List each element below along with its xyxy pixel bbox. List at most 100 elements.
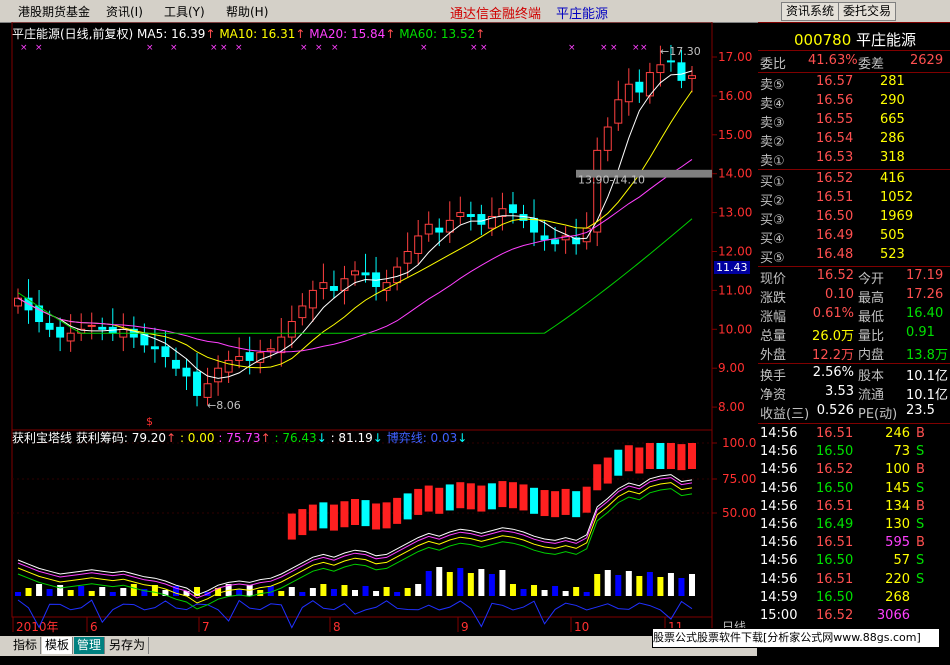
y-tick-label: 10.00 (718, 322, 752, 336)
menu-hk-futures[interactable]: 港股期货基金 (18, 3, 90, 20)
tower-block (540, 490, 549, 517)
tower-block (372, 503, 381, 530)
tick-side: B (916, 462, 925, 478)
bid-row: 买① 16.52 416 (758, 171, 950, 190)
tick-volume: 246 (885, 426, 910, 441)
chart-area[interactable]: 17.00 16.00 15.00 14.00 13.00 12.00 11.00 10.00… (0, 21, 757, 655)
stat-value: 0.91 (906, 325, 935, 340)
ask-volume: 286 (880, 131, 905, 146)
ask-price: 16.57 (816, 74, 854, 89)
bid-volume: 505 (880, 228, 905, 243)
tick-volume: 220 (885, 571, 910, 587)
sub-volume-bar (67, 590, 74, 596)
candle-body (66, 332, 75, 342)
stat-value: 0.526 (816, 403, 854, 418)
tower-block (624, 445, 633, 472)
stat-label: 流通 (858, 388, 885, 403)
tick-volume: 100 (885, 462, 910, 478)
candle-body (393, 266, 402, 284)
tower-block (340, 501, 349, 528)
tick-side: S (916, 444, 925, 460)
sub-volume-bar (436, 567, 443, 596)
sub-volume-bar (520, 589, 527, 596)
sub-volume-bar (46, 589, 53, 596)
high-label: ←17.30 (660, 45, 701, 58)
ma20-line (17, 159, 693, 353)
status-bar: 股票公式股票软件下载[分析家公式网www.88gs.com] (652, 628, 940, 648)
stat-label: 股本 (858, 369, 885, 384)
tick-side: S (916, 480, 925, 496)
tower-block (319, 502, 328, 529)
tab-manage[interactable]: 管理 (74, 637, 106, 654)
weicha-label: 委差 (858, 57, 885, 72)
sub-val3: : 75.73 (218, 431, 261, 445)
stat-value: 16.52 (816, 268, 854, 283)
stat-value: 23.5 (906, 403, 935, 418)
sub-volume-bar (446, 572, 453, 596)
sub-volume-bar (478, 569, 485, 596)
tick-row: 14:56 16.51 134 B (758, 499, 950, 518)
weibi-value: 41.63% (808, 53, 858, 68)
sub-volume-bar (394, 592, 401, 596)
stat-value: 13.8万 (906, 348, 948, 363)
candle-body (245, 352, 254, 361)
bid-price: 16.52 (816, 171, 854, 186)
candle-body (466, 214, 475, 217)
sub-volume-bar (130, 584, 137, 596)
tower-block (435, 487, 444, 514)
stat-value: 0.10 (825, 287, 854, 302)
sub-volume-bar (404, 588, 411, 596)
candle-body (624, 83, 633, 103)
y-tick-label: 9.00 (718, 361, 745, 375)
bid-price: 16.48 (816, 247, 854, 262)
ask-label: 卖② (760, 135, 785, 150)
sub-volume-bar (36, 584, 43, 596)
sub-val2: : 0.00 (179, 431, 215, 445)
price-badge: 11.43 (714, 261, 750, 274)
candle-body (414, 235, 423, 254)
stat-label: 换手 (760, 369, 787, 384)
candle-body (351, 270, 359, 276)
tower-block (487, 483, 496, 510)
tower-block (656, 443, 665, 469)
candle-body (340, 278, 349, 291)
sub-volume-bar (678, 578, 685, 596)
candle-body (171, 359, 180, 369)
bid-label: 买② (760, 194, 785, 209)
trade-button[interactable]: 委托交易 (838, 2, 897, 21)
stat-label: 最高 (858, 291, 885, 306)
candle-body (277, 336, 286, 354)
menu-info[interactable]: 资讯(I) (106, 3, 143, 20)
sub-volume-bar (78, 586, 85, 596)
signal-marker: × (20, 43, 28, 53)
stat-label: 涨跌 (760, 291, 787, 306)
tick-side: S (916, 571, 925, 587)
y-tick-label: 15.00 (718, 128, 752, 142)
signal-marker: × (600, 43, 608, 53)
signal-marker: × (170, 43, 178, 53)
ask-row: 卖⑤ 16.57 281 (758, 74, 950, 93)
info-system-button[interactable]: 资讯系统 (781, 2, 840, 21)
menu-tools[interactable]: 工具(Y) (164, 3, 205, 20)
tower-block (561, 488, 570, 515)
tab-save-as[interactable]: 另存为 (106, 637, 150, 654)
x-tick-label: 8 (333, 620, 341, 634)
tab-indicator[interactable]: 指标 (10, 637, 42, 654)
kline-chart[interactable]: 17.00 16.00 15.00 14.00 13.00 12.00 11.00 10.00… (0, 21, 757, 655)
ma60-legend: MA60: 13.52 (399, 27, 476, 41)
candle-body (456, 212, 465, 217)
stat-value: 2.56% (812, 365, 854, 380)
tower-block (603, 457, 612, 484)
tick-time: 14:56 (760, 535, 798, 551)
tab-template[interactable]: 模板 (42, 637, 74, 654)
candle-body (161, 346, 170, 358)
tower-block (466, 483, 475, 510)
low-label: ←8.06 (207, 399, 241, 412)
sub-volume-bar (383, 587, 390, 596)
menu-help[interactable]: 帮助(H) (226, 3, 268, 20)
status-text: 股票公式股票软件下载[分析家公式网www.88gs.com] (653, 631, 921, 644)
bid-price: 16.50 (816, 209, 854, 224)
signal-marker: × (235, 43, 243, 53)
stat-label: 涨幅 (760, 310, 787, 325)
tick-time: 14:56 (760, 553, 798, 569)
